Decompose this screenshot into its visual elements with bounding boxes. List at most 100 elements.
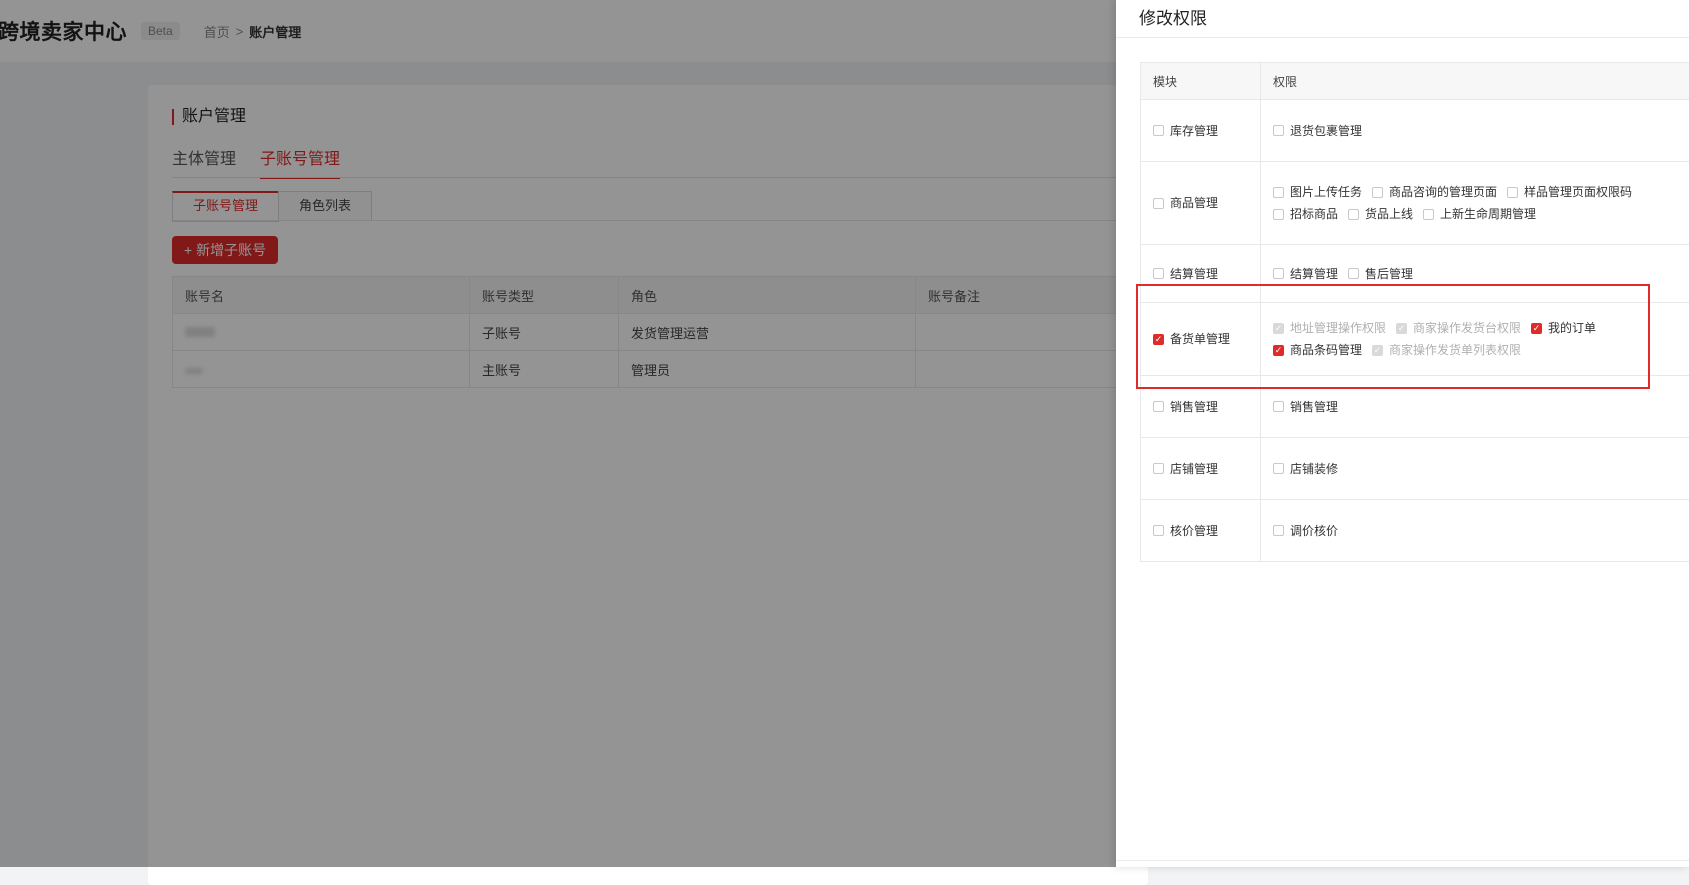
permission-checkbox[interactable]: 图片上传任务 (1273, 181, 1362, 203)
drawer-header-divider (1116, 37, 1689, 38)
checkbox-label: 店铺装修 (1290, 458, 1338, 480)
permission-column-header: 权限 (1261, 63, 1689, 100)
checkbox-label: 商品条码管理 (1290, 339, 1362, 361)
permission-checkbox[interactable]: 店铺装修 (1273, 458, 1338, 480)
permissions-cell: 退货包裹管理 (1261, 100, 1689, 162)
permission-lines: ✓ 地址管理操作权限 ✓商家操作发货台权限 ✓ 我的订单 ✓ 商品条码管理 ✓商家操作发货单列… (1273, 317, 1687, 361)
permission-lines: 退货包裹管理 (1273, 120, 1687, 142)
module-cell: 核价管理 (1141, 500, 1261, 562)
checkbox-box[interactable] (1372, 187, 1383, 198)
checkbox-box[interactable] (1153, 525, 1164, 536)
permission-line: 图片上传任务商品咨询的管理页面 样品管理页面权限码 (1273, 181, 1687, 203)
checkbox-box[interactable] (1153, 463, 1164, 474)
module-checkbox[interactable]: 店铺管理 (1153, 458, 1218, 480)
permission-line: 结算管理 售后管理 (1273, 263, 1687, 285)
checkbox-label: 备货单管理 (1170, 328, 1230, 350)
checkbox-box[interactable]: ✓ (1273, 345, 1284, 356)
permissions-cell: ✓ 地址管理操作权限 ✓商家操作发货台权限 ✓ 我的订单 ✓ 商品条码管理 ✓商家操作发货单列… (1261, 303, 1689, 376)
drawer-footer-divider (1116, 860, 1689, 867)
checkbox-label: 我的订单 (1548, 317, 1596, 339)
permission-checkbox[interactable]: 货品上线 (1348, 203, 1413, 225)
permission-checkbox: ✓ 地址管理操作权限 (1273, 317, 1386, 339)
permission-line: ✓ 地址管理操作权限 ✓商家操作发货台权限 ✓ 我的订单 (1273, 317, 1687, 339)
permissions-cell: 店铺装修 (1261, 438, 1689, 500)
permission-checkbox: ✓商家操作发货台权限 (1396, 317, 1521, 339)
checkbox-label: 样品管理页面权限码 (1524, 181, 1632, 203)
module-checkbox[interactable]: ✓ 备货单管理 (1153, 328, 1230, 350)
module-cell: 店铺管理 (1141, 438, 1261, 500)
permission-lines: 调价核价 (1273, 520, 1687, 542)
permission-checkbox[interactable]: 退货包裹管理 (1273, 120, 1362, 142)
module-checkbox[interactable]: 核价管理 (1153, 520, 1218, 542)
checkbox-box[interactable] (1348, 209, 1359, 220)
checkbox-box[interactable] (1273, 187, 1284, 198)
checkbox-box[interactable] (1153, 125, 1164, 136)
checkbox-box[interactable] (1153, 401, 1164, 412)
module-column-header: 模块 (1141, 63, 1261, 100)
permission-lines: 图片上传任务商品咨询的管理页面 样品管理页面权限码招标商品 货品上线上新生命周期管理 (1273, 181, 1687, 225)
checkbox-label: 结算管理 (1290, 263, 1338, 285)
checkbox-label: 地址管理操作权限 (1290, 317, 1386, 339)
checkbox-label: 商品管理 (1170, 192, 1218, 214)
permission-row: 店铺管理 店铺装修 (1141, 438, 1689, 500)
checkbox-label: 商家操作发货单列表权限 (1389, 339, 1521, 361)
module-cell: 商品管理 (1141, 162, 1261, 245)
permission-line: 退货包裹管理 (1273, 120, 1687, 142)
permission-checkbox: ✓商家操作发货单列表权限 (1372, 339, 1521, 361)
permissions-cell: 图片上传任务商品咨询的管理页面 样品管理页面权限码招标商品 货品上线上新生命周期管理 (1261, 162, 1689, 245)
module-cell: 销售管理 (1141, 376, 1261, 438)
checkbox-box[interactable] (1348, 268, 1359, 279)
checkbox-box[interactable] (1507, 187, 1518, 198)
permission-checkbox[interactable]: ✓ 我的订单 (1531, 317, 1596, 339)
permission-row: 销售管理 销售管理 (1141, 376, 1689, 438)
module-checkbox[interactable]: 销售管理 (1153, 396, 1218, 418)
checkbox-box[interactable] (1153, 198, 1164, 209)
permission-checkbox[interactable]: 商品咨询的管理页面 (1372, 181, 1497, 203)
permissions-cell: 调价核价 (1261, 500, 1689, 562)
permissions-cell: 销售管理 (1261, 376, 1689, 438)
checkbox-box[interactable] (1423, 209, 1434, 220)
permission-lines: 店铺装修 (1273, 458, 1687, 480)
permission-checkbox[interactable]: 样品管理页面权限码 (1507, 181, 1632, 203)
checkbox-box[interactable] (1273, 463, 1284, 474)
permission-checkbox[interactable]: 上新生命周期管理 (1423, 203, 1536, 225)
checkbox-label: 货品上线 (1365, 203, 1413, 225)
permission-line: 招标商品 货品上线上新生命周期管理 (1273, 203, 1687, 225)
check-icon: ✓ (1275, 324, 1283, 333)
permission-line: 店铺装修 (1273, 458, 1687, 480)
drawer-title: 修改权限 (1139, 4, 1207, 29)
checkbox-label: 调价核价 (1290, 520, 1338, 542)
module-checkbox[interactable]: 库存管理 (1153, 120, 1218, 142)
checkbox-label: 售后管理 (1365, 263, 1413, 285)
checkbox-box: ✓ (1273, 323, 1284, 334)
edit-permissions-drawer: 修改权限 模块 权限 库存管理 退货包裹管理商品管理 图片上传任务商品咨询的管理页面… (1116, 0, 1689, 867)
permission-checkbox[interactable]: 售后管理 (1348, 263, 1413, 285)
permission-checkbox[interactable]: 结算管理 (1273, 263, 1338, 285)
permission-row: 结算管理 结算管理 售后管理 (1141, 245, 1689, 303)
permission-row: 商品管理 图片上传任务商品咨询的管理页面 样品管理页面权限码招标商品 货品上线上新生命… (1141, 162, 1689, 245)
module-checkbox[interactable]: 商品管理 (1153, 192, 1218, 214)
checkbox-label: 库存管理 (1170, 120, 1218, 142)
checkbox-box[interactable]: ✓ (1531, 323, 1542, 334)
permission-line: 销售管理 (1273, 396, 1687, 418)
permission-lines: 结算管理 售后管理 (1273, 263, 1687, 285)
permissions-cell: 结算管理 售后管理 (1261, 245, 1689, 303)
checkbox-box[interactable] (1273, 268, 1284, 279)
checkbox-box[interactable] (1273, 125, 1284, 136)
permission-lines: 销售管理 (1273, 396, 1687, 418)
checkbox-label: 结算管理 (1170, 263, 1218, 285)
checkbox-box[interactable] (1273, 401, 1284, 412)
permission-checkbox[interactable]: 销售管理 (1273, 396, 1338, 418)
checkbox-box[interactable]: ✓ (1153, 334, 1164, 345)
checkbox-label: 销售管理 (1170, 396, 1218, 418)
permission-line: ✓ 商品条码管理 ✓商家操作发货单列表权限 (1273, 339, 1687, 361)
checkbox-label: 核价管理 (1170, 520, 1218, 542)
checkbox-box[interactable] (1153, 268, 1164, 279)
checkbox-box[interactable] (1273, 209, 1284, 220)
permission-checkbox[interactable]: 招标商品 (1273, 203, 1338, 225)
checkbox-label: 商家操作发货台权限 (1413, 317, 1521, 339)
permission-checkbox[interactable]: ✓ 商品条码管理 (1273, 339, 1362, 361)
permission-checkbox[interactable]: 调价核价 (1273, 520, 1338, 542)
module-checkbox[interactable]: 结算管理 (1153, 263, 1218, 285)
checkbox-box[interactable] (1273, 525, 1284, 536)
